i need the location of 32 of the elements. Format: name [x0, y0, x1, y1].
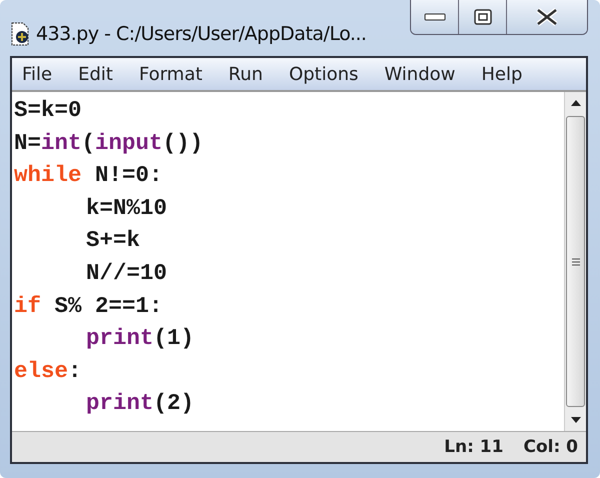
menu-item[interactable]: Edit — [78, 64, 113, 84]
code-line: else: — [14, 356, 83, 386]
minimize-icon — [424, 12, 446, 22]
maximize-button[interactable] — [459, 0, 507, 34]
minimize-button[interactable] — [411, 0, 459, 34]
code-line: N=int(input()) — [14, 128, 204, 158]
menu-item[interactable]: Options — [288, 64, 358, 84]
scroll-up-icon[interactable] — [570, 100, 580, 106]
code-line: if S% 2==1: — [14, 292, 164, 321]
code-line: print(2) — [85, 389, 196, 418]
grip-icon — [572, 258, 580, 266]
menu-item[interactable]: Format — [138, 64, 202, 84]
menu-item[interactable]: Help — [481, 64, 522, 84]
line-number: Ln: 11 — [444, 437, 504, 457]
code-line: k=N%10 — [85, 194, 168, 223]
window-title: 433.py - C:/Users/User/AppData/Lo... — [36, 23, 366, 45]
scrollbar[interactable] — [564, 92, 586, 431]
scroll-down-icon[interactable] — [570, 417, 580, 423]
code-line: S+=k — [85, 226, 142, 256]
code-line: S=k=0 — [14, 96, 83, 125]
close-button[interactable] — [507, 0, 587, 34]
menu-item[interactable]: Window — [384, 64, 456, 84]
code-line: while N!=0: — [14, 161, 164, 190]
code-line: N//=10 — [85, 258, 168, 288]
python-file-icon — [10, 22, 30, 46]
close-icon — [535, 8, 559, 26]
menu-item[interactable]: File — [22, 64, 52, 84]
maximize-icon — [474, 9, 492, 25]
column-number: Col: 0 — [523, 437, 578, 457]
code-line: print(1) — [85, 324, 196, 354]
scroll-thumb[interactable] — [566, 116, 585, 407]
menu-item[interactable]: Run — [228, 64, 263, 84]
